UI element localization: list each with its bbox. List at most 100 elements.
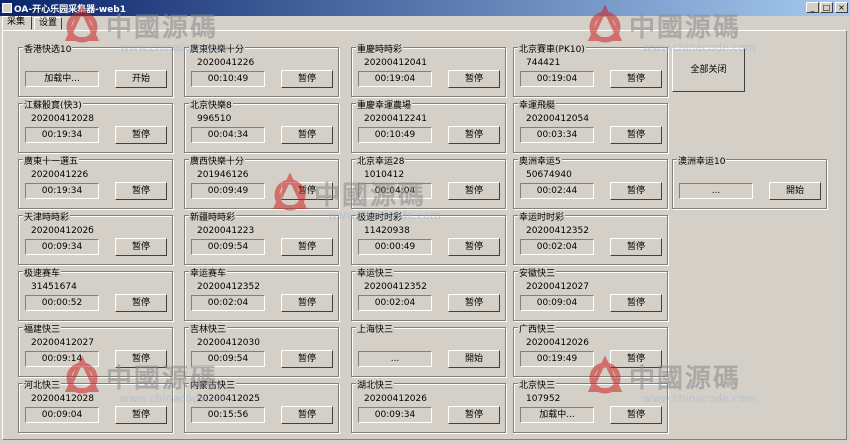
group-label: 奥洲幸运5: [518, 154, 562, 167]
pause-button[interactable]: 暂停: [115, 182, 167, 200]
group-fujian-k3: 福建快三 20200412027 00:09:14 暂停: [18, 322, 173, 377]
pause-button[interactable]: 暂停: [115, 406, 167, 424]
group-label: 北京快樂8: [189, 98, 233, 111]
issue-number: 20200412054: [526, 114, 589, 124]
issue-number: 2020041226: [31, 170, 89, 180]
group-chongqing-lucky-farm: 重慶幸運農場 20200412241 00:10:49 暂停: [351, 98, 506, 153]
countdown-field: 00:09:49: [191, 183, 265, 199]
countdown-field: 00:09:04: [520, 295, 594, 311]
issue-number: 20200412026: [526, 338, 589, 348]
issue-number: 11420938: [364, 226, 410, 236]
issue-number: 20200412028: [31, 394, 94, 404]
issue-number: 20200412027: [526, 282, 589, 292]
pause-button[interactable]: 暂停: [115, 238, 167, 256]
pause-button[interactable]: 暂停: [281, 238, 333, 256]
group-label: 幸运快三: [356, 266, 395, 279]
group-chongqing-ssc: 重慶時時彩 20200412041 00:19:04 暂停: [351, 42, 506, 97]
group-lucky-racing: 幸运赛车 20200412352 00:02:04 暂停: [184, 266, 339, 321]
group-guangdong-happy10: 廣東快樂十分 2020041226 00:10:49 暂停: [184, 42, 339, 97]
pause-button[interactable]: 暂停: [281, 294, 333, 312]
group-label: 天津時時彩: [23, 210, 71, 223]
tab-collect[interactable]: 采集: [2, 16, 32, 30]
issue-number: 20200412352: [526, 226, 589, 236]
issue-number: 996510: [197, 114, 232, 124]
countdown-field: 00:09:14: [25, 351, 99, 367]
issue-number: 201946126: [197, 170, 249, 180]
group-label: 极速时时彩: [356, 210, 404, 223]
pause-button[interactable]: 暂停: [115, 126, 167, 144]
issue-number: 20200412352: [364, 282, 427, 292]
countdown-field: 00:10:49: [358, 127, 432, 143]
group-label: 重慶時時彩: [356, 42, 404, 55]
countdown-field: 00:19:04: [520, 71, 594, 87]
group-lucky-ssc: 幸运时时彩 20200412352 00:02:04 暂停: [513, 210, 668, 265]
group-label: 河北快三: [23, 378, 62, 391]
pause-button[interactable]: 暂停: [610, 182, 662, 200]
issue-number: 20200412028: [31, 114, 94, 124]
pause-button[interactable]: 暂停: [115, 294, 167, 312]
issue-number: 20200412041: [364, 58, 427, 68]
group-australia-lucky10: 澳洲幸运10 ... 開始: [672, 154, 827, 209]
group-label: 北京賽車(PK10): [518, 42, 586, 55]
group-label: 香港快选10: [23, 42, 73, 55]
group-xinjiang-ssc: 新疆時時彩 2020041223 00:09:54 暂停: [184, 210, 339, 265]
pause-button[interactable]: 暂停: [448, 70, 500, 88]
countdown-field: 加载中...: [520, 407, 594, 423]
pause-button[interactable]: 暂停: [448, 238, 500, 256]
start-button[interactable]: 開始: [769, 182, 821, 200]
group-label: 福建快三: [23, 322, 62, 335]
group-guangxi-happy10: 廣西快樂十分 201946126 00:09:49 暂停: [184, 154, 339, 209]
countdown-field: 00:04:34: [191, 127, 265, 143]
group-jiangsu-k3: 江蘇骰寶(快3) 20200412028 00:19:34 暂停: [18, 98, 173, 153]
group-shanghai-k3: 上海快三 ... 開始: [351, 322, 506, 377]
pause-button[interactable]: 暂停: [281, 126, 333, 144]
pause-button[interactable]: 暂停: [610, 126, 662, 144]
start-button[interactable]: 开始: [115, 70, 167, 88]
countdown-field: 00:19:34: [25, 127, 99, 143]
pause-button[interactable]: 暂停: [448, 182, 500, 200]
pause-button[interactable]: 暂停: [281, 70, 333, 88]
pause-button[interactable]: 暂停: [610, 350, 662, 368]
maximize-button[interactable]: □: [820, 2, 833, 13]
countdown-field: 00:09:54: [191, 351, 265, 367]
pause-button[interactable]: 暂停: [448, 294, 500, 312]
group-label: 吉林快三: [189, 322, 228, 335]
group-guangxi-k3: 广西快三 20200412026 00:19:49 暂停: [513, 322, 668, 377]
group-hubei-k3: 湖北快三 20200412026 00:09:34 暂停: [351, 378, 506, 433]
close-all-button[interactable]: 全部关闭: [672, 48, 745, 92]
countdown-field: 00:15:56: [191, 407, 265, 423]
issue-number: 1010412: [364, 170, 405, 180]
group-label: 幸運飛艇: [518, 98, 557, 111]
countdown-field: 00:00:52: [25, 295, 99, 311]
issue-number: 2020041202б: [31, 226, 94, 236]
pause-button[interactable]: 暂停: [610, 294, 662, 312]
pause-button[interactable]: 暂停: [610, 70, 662, 88]
group-tianjin-ssc: 天津時時彩 2020041202б 00:09:34 暂停: [18, 210, 173, 265]
countdown-field: 00:02:44: [520, 183, 594, 199]
countdown-field: 加载中...: [25, 71, 99, 87]
pause-button[interactable]: 暂停: [610, 406, 662, 424]
issue-number: 31451674: [31, 282, 77, 292]
group-label: 新疆時時彩: [189, 210, 237, 223]
countdown-field: 00:09:54: [191, 239, 265, 255]
group-label: 极速赛车: [23, 266, 62, 279]
pause-button[interactable]: 暂停: [281, 350, 333, 368]
pause-button[interactable]: 暂停: [448, 126, 500, 144]
pause-button[interactable]: 暂停: [115, 350, 167, 368]
pause-button[interactable]: 暂停: [281, 406, 333, 424]
countdown-field: 00:19:34: [25, 183, 99, 199]
pause-button[interactable]: 暂停: [281, 182, 333, 200]
group-label: 北京幸运28: [356, 154, 406, 167]
start-button[interactable]: 開始: [448, 350, 500, 368]
pause-button[interactable]: 暂停: [448, 406, 500, 424]
window-title: OA-开心乐园采集器-web1: [14, 5, 126, 15]
group-label: 湖北快三: [356, 378, 395, 391]
pause-button[interactable]: 暂停: [610, 238, 662, 256]
minimize-button[interactable]: _: [806, 2, 819, 13]
countdown-field: 00:02:04: [358, 295, 432, 311]
group-label: 上海快三: [356, 322, 395, 335]
group-label: 幸运赛车: [189, 266, 228, 279]
tab-settings[interactable]: 设置: [34, 17, 62, 30]
countdown-field: 00:03:34: [520, 127, 594, 143]
close-button[interactable]: ×: [835, 2, 848, 13]
